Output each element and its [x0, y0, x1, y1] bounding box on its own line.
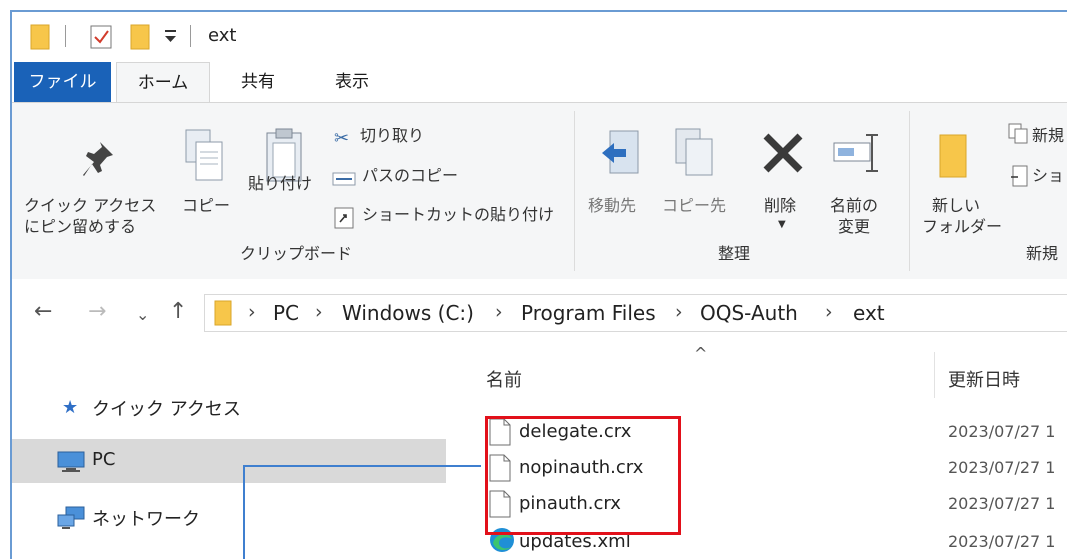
- delete-label: 削除: [764, 196, 797, 215]
- column-header-name[interactable]: 名前: [486, 366, 522, 392]
- breadcrumb-pc[interactable]: PC: [273, 301, 299, 325]
- shortcut-icon: [334, 207, 354, 233]
- group-divider: [574, 111, 575, 271]
- new-group-label: 新規: [1026, 244, 1059, 263]
- nav-item-network[interactable]: ネットワーク: [12, 495, 446, 539]
- file-modified: 2023/07/27 1: [948, 458, 1056, 477]
- rename-label-line2: 変更: [838, 217, 871, 236]
- toolbar-divider: [190, 25, 191, 47]
- folder-icon: [214, 300, 232, 330]
- properties-icon[interactable]: [90, 24, 112, 54]
- breadcrumb-separator-icon[interactable]: ›: [825, 301, 833, 323]
- tab-view[interactable]: 表示: [322, 62, 382, 102]
- new-item-icon: [1008, 123, 1028, 149]
- star-icon: ★: [62, 397, 79, 418]
- pin-icon: [80, 139, 116, 183]
- new-folder-label-line2: フォルダー: [922, 217, 1003, 236]
- recent-locations-chevron-icon[interactable]: ⌄: [136, 305, 149, 324]
- sort-ascending-icon: ^: [694, 344, 708, 363]
- copy-label: コピー: [182, 196, 231, 215]
- forward-arrow-icon[interactable]: →: [88, 299, 106, 324]
- nav-item-pc[interactable]: PC: [12, 439, 446, 483]
- navigation-bar: ← → ⌄ ↑ › PC › Windows (C:) › Program Fi…: [12, 279, 1067, 349]
- easy-access-label: ショ: [1032, 166, 1065, 185]
- paste-shortcut-label: ショートカットの貼り付け: [362, 205, 555, 224]
- copy-path-label: パスのコピー: [362, 166, 459, 185]
- move-to-icon: [600, 129, 642, 181]
- explorer-window: ext ファイル ホーム 共有 表示 クイック アクセス にピン留めする コピー: [10, 10, 1067, 559]
- back-arrow-icon[interactable]: ←: [34, 299, 52, 324]
- delete-dropdown-icon[interactable]: ▼: [778, 219, 786, 230]
- pin-label-line2: にピン留めする: [24, 217, 137, 236]
- tab-home[interactable]: ホーム: [116, 62, 210, 104]
- toolbar-divider: [65, 25, 66, 47]
- nav-item-label: PC: [92, 449, 116, 470]
- nav-item-quick-access[interactable]: ★ クイック アクセス: [12, 385, 446, 429]
- rename-label-line1: 名前の: [830, 196, 879, 215]
- cut-label: 切り取り: [360, 126, 425, 145]
- breadcrumb-separator-icon[interactable]: ›: [315, 301, 323, 323]
- file-modified: 2023/07/27 1: [948, 532, 1056, 551]
- customize-toolbar-icon[interactable]: [164, 28, 178, 48]
- file-modified: 2023/07/27 1: [948, 494, 1056, 513]
- new-folder-icon[interactable]: [130, 24, 150, 54]
- computer-icon: [56, 451, 86, 477]
- breadcrumb-oqs-auth[interactable]: OQS-Auth: [700, 301, 798, 325]
- scissors-icon: ✂: [334, 128, 350, 149]
- rename-icon: [832, 131, 880, 179]
- highlight-box: [485, 416, 681, 535]
- tab-share[interactable]: 共有: [228, 62, 288, 102]
- nav-item-label: ネットワーク: [92, 509, 200, 530]
- new-item-label: 新規: [1032, 126, 1065, 145]
- nav-item-label: クイック アクセス: [92, 399, 241, 420]
- group-divider: [909, 111, 910, 271]
- breadcrumb-ext[interactable]: ext: [853, 301, 885, 325]
- ribbon-tabs: ファイル ホーム 共有 表示: [12, 62, 1067, 104]
- new-folder-label-line1: 新しい: [932, 196, 981, 215]
- move-to-label: 移動先: [588, 196, 637, 215]
- network-icon: [56, 505, 86, 535]
- file-modified: 2023/07/27 1: [948, 422, 1056, 441]
- pin-label-line1: クイック アクセス: [24, 196, 157, 215]
- copy-icon: [184, 128, 224, 188]
- tab-file[interactable]: ファイル: [14, 62, 111, 102]
- clipboard-group-label: クリップボード: [240, 244, 353, 263]
- easy-access-icon: [1010, 165, 1028, 191]
- navigation-pane: ★ クイック アクセス PC ネットワーク: [12, 349, 452, 559]
- column-header-modified[interactable]: 更新日時: [948, 366, 1020, 392]
- column-divider[interactable]: [934, 352, 935, 398]
- annotation-connector: [243, 465, 245, 559]
- address-bar[interactable]: › PC › Windows (C:) › Program Files › OQ…: [204, 294, 1067, 332]
- up-arrow-icon[interactable]: ↑: [169, 299, 187, 324]
- organize-group-label: 整理: [718, 244, 751, 263]
- ribbon: クイック アクセス にピン留めする コピー 貼り付け ✂ 切り取り パスのコピー: [12, 102, 1067, 281]
- window-title: ext: [208, 25, 237, 46]
- annotation-connector: [243, 465, 481, 467]
- breadcrumb-windows-c[interactable]: Windows (C:): [342, 301, 474, 325]
- copy-to-label: コピー先: [662, 196, 727, 215]
- copy-to-icon: [674, 127, 718, 181]
- paste-label: 貼り付け: [248, 174, 313, 193]
- breadcrumb-separator-icon[interactable]: ›: [248, 301, 256, 323]
- breadcrumb-program-files[interactable]: Program Files: [521, 301, 656, 325]
- delete-icon: [761, 131, 805, 179]
- copy-path-icon: [332, 171, 356, 190]
- folder-icon: [30, 24, 50, 54]
- new-folder-icon: [938, 133, 970, 183]
- breadcrumb-separator-icon[interactable]: ›: [675, 301, 683, 323]
- breadcrumb-separator-icon[interactable]: ›: [495, 301, 503, 323]
- title-bar: ext: [12, 12, 1067, 62]
